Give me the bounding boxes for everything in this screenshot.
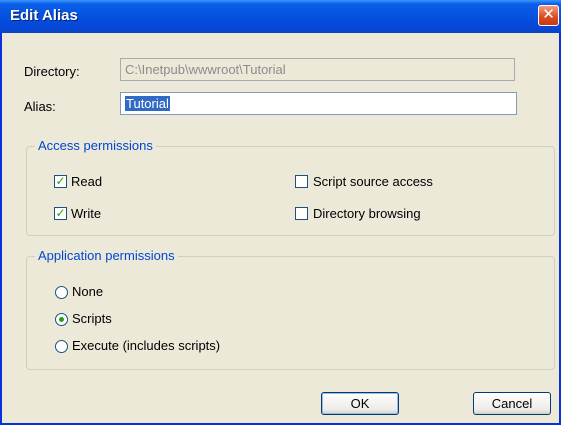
- ok-button[interactable]: OK: [321, 392, 399, 415]
- scripts-radio[interactable]: [55, 313, 68, 326]
- access-permissions-title: Access permissions: [35, 138, 156, 153]
- read-checkbox[interactable]: ✓: [54, 175, 67, 188]
- close-button[interactable]: ✕: [538, 5, 559, 26]
- alias-input[interactable]: Tutorial: [120, 92, 517, 115]
- application-permissions-title: Application permissions: [35, 248, 178, 263]
- edit-alias-dialog: Edit Alias ✕ Directory: C:\Inetpub\wwwro…: [0, 0, 561, 425]
- directory-browsing-label: Directory browsing: [313, 206, 421, 221]
- write-checkbox[interactable]: ✓: [54, 207, 67, 220]
- script-source-access-label: Script source access: [313, 174, 433, 189]
- directory-field: C:\Inetpub\wwwroot\Tutorial: [120, 58, 515, 81]
- scripts-label: Scripts: [72, 311, 112, 326]
- directory-value: C:\Inetpub\wwwroot\Tutorial: [125, 62, 286, 77]
- cancel-button[interactable]: Cancel: [473, 392, 551, 415]
- title-bar[interactable]: Edit Alias ✕: [0, 0, 561, 33]
- directory-label: Directory:: [24, 64, 80, 79]
- checkmark-icon: ✓: [55, 206, 66, 220]
- alias-label: Alias:: [24, 99, 56, 114]
- checkmark-icon: ✓: [55, 174, 66, 188]
- directory-browsing-checkbox[interactable]: [295, 207, 308, 220]
- script-source-access-checkbox[interactable]: [295, 175, 308, 188]
- radio-dot-icon: [59, 317, 64, 322]
- read-label: Read: [71, 174, 103, 189]
- write-label: Write: [71, 206, 102, 221]
- none-label: None: [72, 284, 104, 299]
- execute-label: Execute (includes scripts): [72, 338, 221, 353]
- close-icon: ✕: [542, 6, 555, 23]
- window-title: Edit Alias: [10, 7, 78, 24]
- access-permissions-group: Access permissions: [26, 138, 555, 236]
- none-radio[interactable]: [55, 286, 68, 299]
- alias-value: Tutorial: [125, 96, 170, 111]
- execute-radio[interactable]: [55, 340, 68, 353]
